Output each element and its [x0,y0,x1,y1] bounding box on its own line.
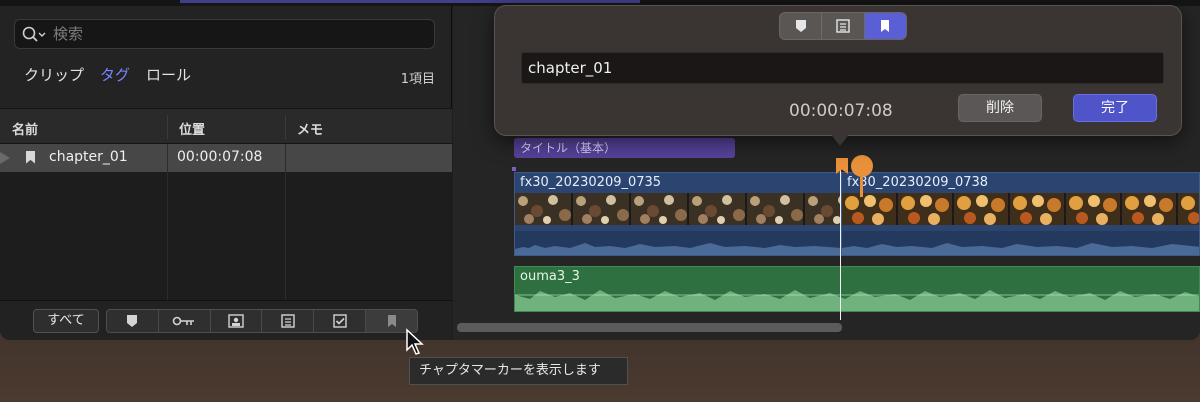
column-divider [285,115,286,139]
video-clip[interactable]: fx30_20230209_0738 [841,172,1200,256]
row-position: 00:00:07:08 [177,149,263,165]
index-footer: すべて [0,300,452,340]
marker-icon[interactable] [107,310,159,332]
column-header-memo[interactable]: メモ [297,119,323,138]
video-audio-waveform [842,231,1199,255]
tag-filter-segment [106,309,418,333]
column-divider [167,172,168,300]
column-header-position[interactable]: 位置 [179,119,205,138]
todo-icon[interactable] [262,310,315,332]
tab-clips[interactable]: クリップ [24,64,84,85]
chapter-pin-icon[interactable] [851,155,873,177]
video-clip[interactable]: fx30_20230209_0735 [514,172,841,256]
chapter-marker-icon [26,149,35,165]
marker-timecode: 00:00:07:08 [789,101,893,121]
table-header: 名前 位置 メモ [0,108,452,144]
table-empty-area [0,172,452,300]
clip-name: fx30_20230209_0738 [847,175,989,190]
marker-icon[interactable] [780,13,823,39]
search-field[interactable] [14,19,435,49]
clip-name: fx30_20230209_0735 [520,175,662,190]
completed-icon[interactable] [314,310,367,332]
timeline-index-panel: クリップ タグ ロール 1項目 名前 位置 メモ chapter_01 00:0… [0,6,452,340]
analysis-icon[interactable] [211,310,263,332]
show-all-button[interactable]: すべて [33,309,99,333]
keyword-icon[interactable] [159,310,211,332]
marker-type-segment [779,12,907,40]
row-name: chapter_01 [49,149,128,165]
column-header-name[interactable]: 名前 [12,119,38,138]
filmstrip [515,193,840,225]
chapter-icon[interactable] [864,13,906,39]
index-tabs: クリップ タグ ロール [24,64,191,85]
tab-tags[interactable]: タグ [100,64,130,85]
filmstrip [842,193,1199,225]
chapter-pin-stem [860,175,863,197]
marker-name-input[interactable] [521,52,1164,84]
done-button[interactable]: 完了 [1073,94,1157,122]
delete-button[interactable]: 削除 [958,94,1042,122]
item-count: 1項目 [400,72,435,87]
playhead[interactable] [840,158,841,320]
search-icon[interactable] [21,25,47,45]
audio-clip[interactable]: ouma3_3 [514,266,1200,312]
clip-name: ouma3_3 [520,269,580,284]
video-audio-waveform [515,231,840,255]
marker-popover: 00:00:07:08 削除 完了 [494,5,1182,136]
horizontal-scrollbar[interactable] [457,323,842,332]
table-row[interactable]: chapter_01 00:00:07:08 [0,144,452,172]
top-accent [180,0,640,3]
title-clip-tick [512,167,516,171]
mouse-pointer-icon [406,328,424,355]
audio-waveform [515,290,1199,311]
column-divider [285,172,286,300]
tab-roles[interactable]: ロール [146,64,191,85]
title-clip[interactable]: タイトル（基本） [514,138,735,158]
column-divider [285,144,286,172]
column-divider [167,115,168,139]
column-divider [167,144,168,172]
tooltip: チャプタマーカーを表示します [409,357,628,385]
todo-icon[interactable] [822,13,865,39]
search-input[interactable] [53,23,423,45]
